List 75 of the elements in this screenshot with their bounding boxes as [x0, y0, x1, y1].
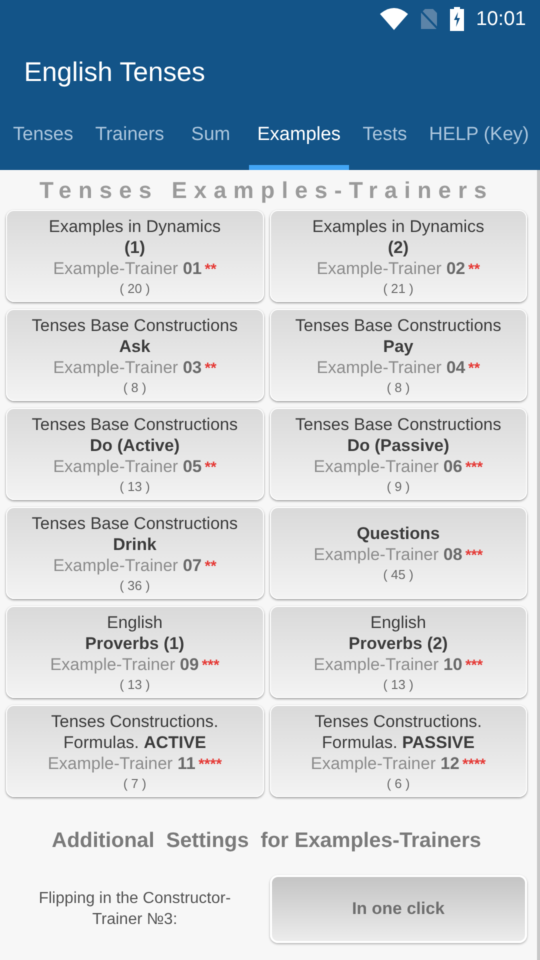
trainer-label: Example-Trainer 08 [314, 544, 462, 565]
app-title: English Tenses [24, 56, 206, 89]
trainer-card[interactable]: Examples in Dynamics (2) Example-Trainer 02 ** ( 21 ) [270, 210, 527, 302]
card-title: English Proverbs (1) [85, 612, 184, 654]
trainer-label: Example-Trainer 02 [316, 258, 466, 278]
trainer-card[interactable]: Tenses Constructions. Formulas. ACTIVE Example-Trainer 11 **** ( 7 ) [6, 705, 264, 797]
rating-stars: ** [204, 556, 216, 576]
rating-stars: ** [468, 358, 480, 378]
trainer-label: Example-Trainer 05 [53, 456, 202, 476]
card-title: Tenses Base Constructions Ask [32, 314, 238, 356]
card-title: Tenses Constructions. Formulas. ACTIVE [51, 710, 218, 752]
trainer-card[interactable]: English Proverbs (2) Example-Trainer 10 *** ( 13 ) [270, 606, 527, 698]
item-count: ( 20 ) [120, 280, 150, 296]
trainer-card[interactable]: Tenses Base Constructions Ask Example-Trainer 03 ** ( 8 ) [6, 309, 264, 401]
card-title: Tenses Base Constructions Do (Passive) [295, 414, 502, 456]
item-count: ( 9 ) [386, 478, 410, 494]
item-count: ( 36 ) [120, 576, 150, 594]
trainer-card[interactable]: Questions Example-Trainer 08 *** ( 45 ) [270, 507, 527, 599]
trainer-card[interactable]: Tenses Base Constructions Drink Example-Trainer 07 ** ( 36 ) [6, 507, 264, 599]
trainer-card[interactable]: Tenses Base Constructions Do (Active) Example-Trainer 05 ** ( 13 ) [6, 408, 264, 500]
trainer-label: Example-Trainer 03 [53, 356, 202, 378]
item-count: ( 6 ) [386, 774, 410, 792]
setting-label: Flipping in the Constructor-Trainer №3: [38, 888, 232, 930]
trainer-card[interactable]: Tenses Base Constructions Pay Example-Trainer 04 ** ( 8 ) [270, 309, 527, 401]
tab[interactable]: Trainers [87, 106, 172, 170]
wifi-icon [380, 8, 408, 30]
battery-charging-icon [450, 7, 464, 31]
card-title: Tenses Base Constructions Drink [32, 512, 238, 554]
tab[interactable]: Tenses [5, 106, 82, 170]
trainer-label: Example-Trainer 11 [48, 752, 196, 774]
trainer-label: Example-Trainer 12 [310, 752, 460, 774]
trainer-card[interactable]: Tenses Base Constructions Do (Passive) Example-Trainer 06 *** ( 9 ) [270, 408, 527, 500]
trainer-card[interactable]: English Proverbs (1) Example-Trainer 09 *** ( 13 ) [6, 606, 264, 698]
item-count: ( 13 ) [120, 676, 150, 692]
rating-stars: *** [202, 656, 220, 676]
tab[interactable]: Tests [354, 106, 416, 170]
trainer-label: Example-Trainer 04 [316, 356, 466, 378]
item-count: ( 8 ) [386, 378, 410, 396]
card-title: English Proverbs (2) [348, 612, 448, 654]
trainer-card[interactable]: Tenses Constructions. Formulas. PASSIVE Example-Trainer 12 **** ( 6 ) [270, 705, 527, 797]
trainer-label: Example-Trainer 10 [314, 654, 462, 674]
tab[interactable]: HELP (Key) [421, 106, 537, 170]
item-count: ( 13 ) [383, 676, 414, 692]
rating-stars: ** [468, 260, 480, 280]
rating-stars: ** [204, 458, 216, 478]
item-count: ( 7 ) [123, 774, 146, 792]
trainer-label: Example-Trainer 09 [50, 654, 199, 674]
rating-stars: *** [465, 546, 483, 566]
trainer-label: Example-Trainer 07 [53, 554, 202, 576]
item-count: ( 13 ) [120, 478, 150, 494]
trainer-label: Example-Trainer 06 [314, 456, 462, 476]
card-title: Tenses Base Constructions Do (Active) [32, 414, 238, 456]
tab[interactable]: Examples [249, 106, 349, 170]
settings-heading: Additional Settings for Examples-Trainers [50, 828, 482, 854]
no-sim-icon [420, 8, 438, 30]
trainer-card[interactable]: Examples in Dynamics (1) Example-Trainer 01 ** ( 20 ) [6, 210, 264, 302]
status-time: 10:01 [476, 7, 526, 32]
rating-stars: *** [465, 656, 483, 676]
card-title: Examples in Dynamics (2) [312, 216, 484, 258]
rating-stars: **** [198, 754, 222, 774]
flip-mode-button[interactable]: In one click [270, 874, 527, 942]
card-title: Tenses Base Constructions Pay [295, 314, 502, 356]
rating-stars: **** [462, 754, 486, 774]
rating-stars: *** [465, 458, 483, 478]
trainer-label: Example-Trainer 01 [53, 258, 202, 278]
card-title: Examples in Dynamics (1) [48, 216, 221, 258]
item-count: ( 21 ) [383, 280, 414, 296]
rating-stars: ** [204, 260, 216, 280]
card-title: Questions [356, 523, 440, 544]
item-count: ( 8 ) [123, 378, 146, 396]
tab[interactable]: Sum [178, 106, 244, 170]
item-count: ( 45 ) [383, 566, 414, 583]
section-heading: Tenses Examples-Trainers [38, 176, 495, 205]
card-title: Tenses Constructions. Formulas. PASSIVE [314, 710, 482, 752]
rating-stars: ** [204, 358, 216, 378]
